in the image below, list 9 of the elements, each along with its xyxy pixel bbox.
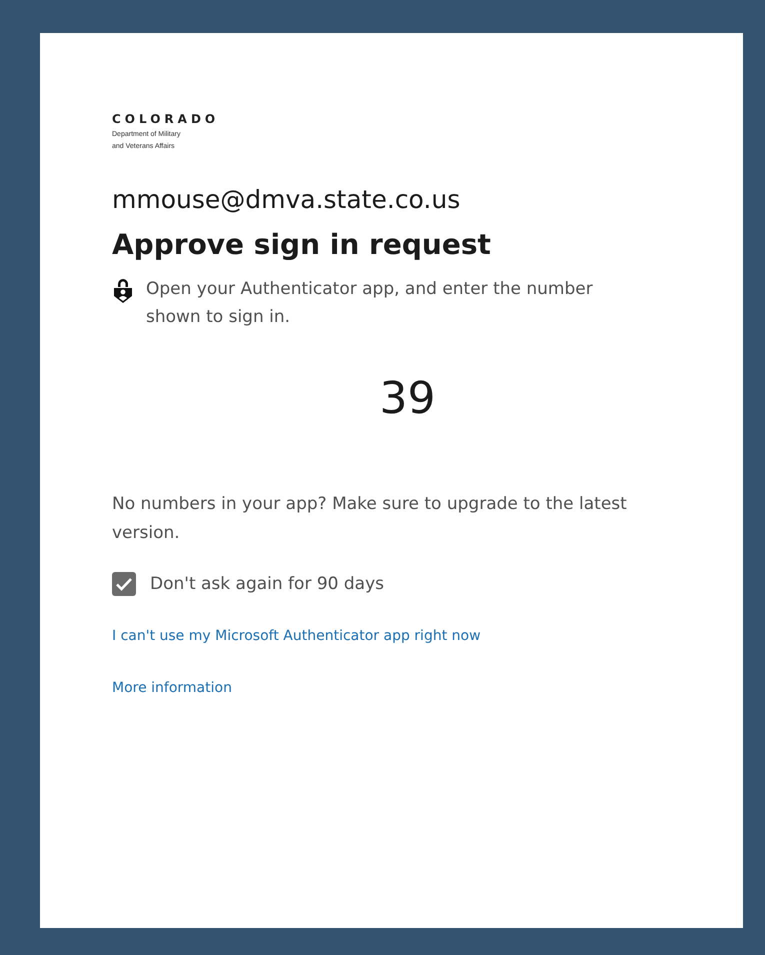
verification-number: 39 (380, 373, 436, 424)
upgrade-note: No numbers in your app? Make sure to upgrade to the latest version. (112, 493, 628, 545)
account-email: mmouse@dmva.state.co.us (112, 185, 460, 214)
link[interactable]: I can't use my Microsoft Authenticator app right now (112, 628, 481, 644)
link[interactable]: More information (112, 680, 232, 696)
instruction-text: Open your Authenticator app, and enter the number shown to sign in. (146, 278, 594, 329)
checkbox-label: Don't ask again for 90 days (150, 574, 384, 594)
logo-wordmark: COLORADO (112, 112, 220, 126)
dialog-title: Approve sign in request (112, 228, 492, 261)
